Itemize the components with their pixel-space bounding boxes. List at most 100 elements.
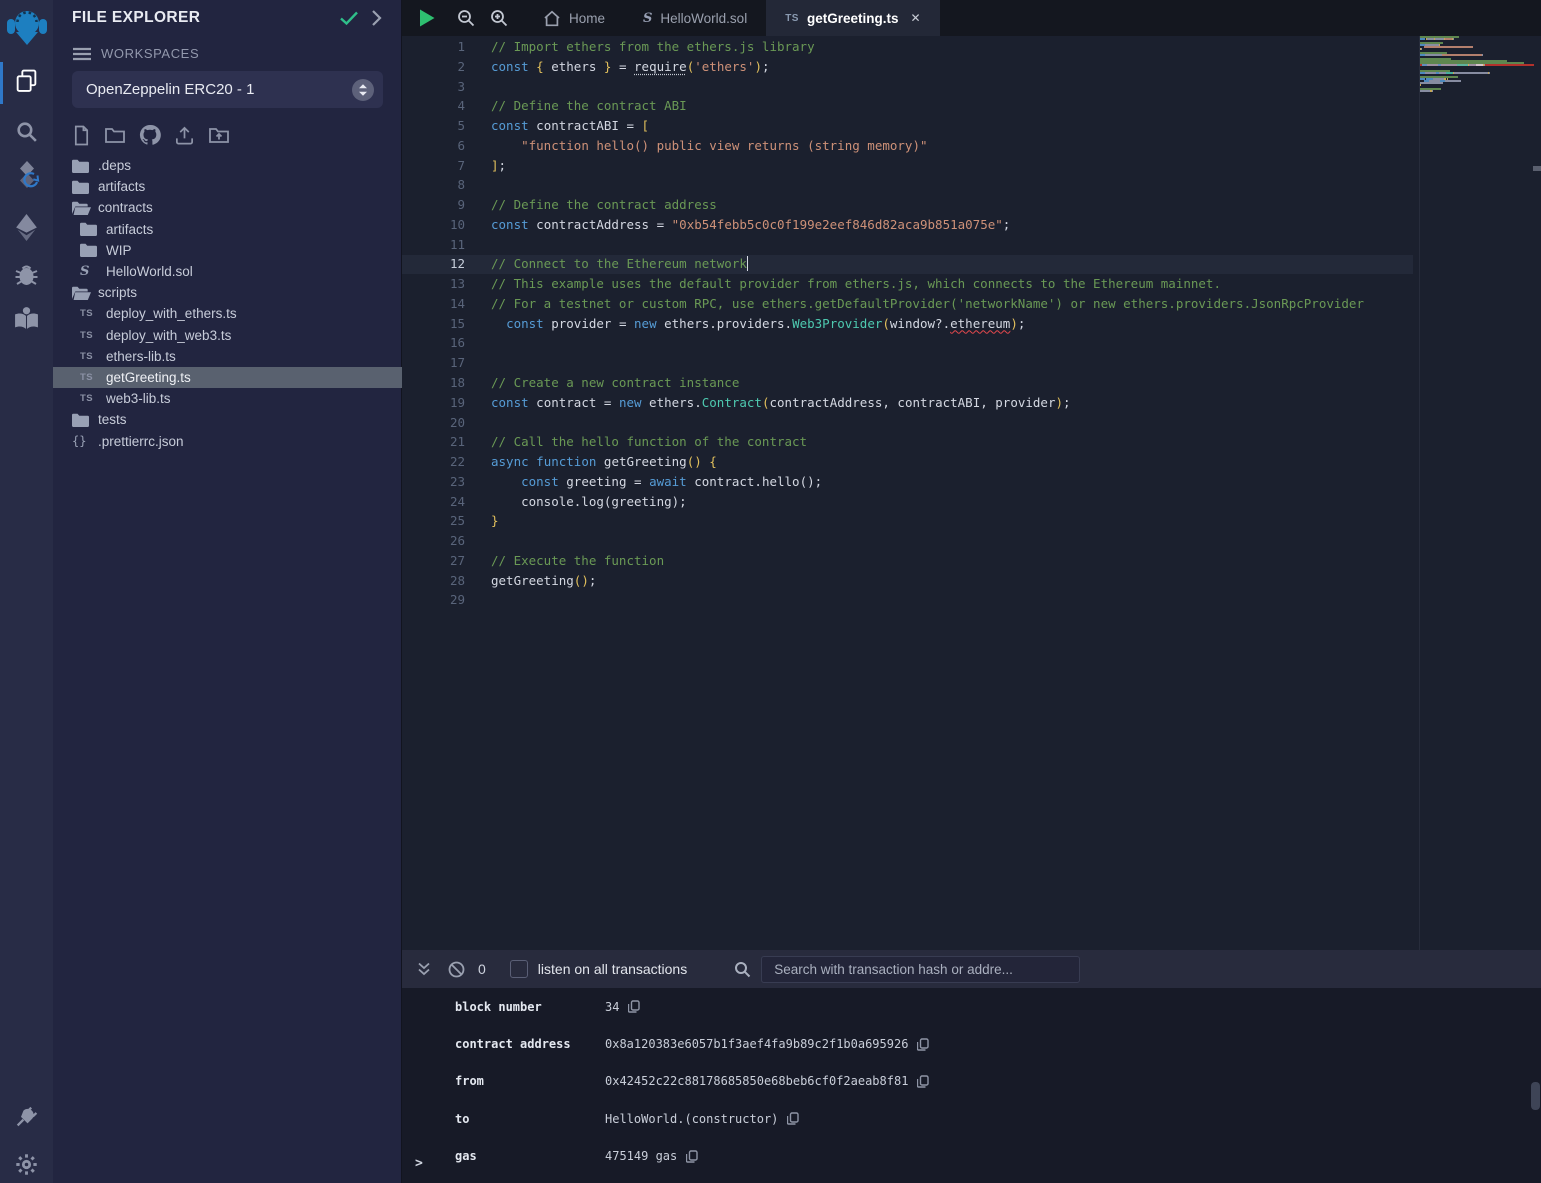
file-tree-item-deploy-with-ethers-ts[interactable]: TSdeploy_with_ethers.ts <box>53 303 402 324</box>
iconbar-deploy-run[interactable] <box>0 213 53 242</box>
code-line-8 <box>491 175 1364 195</box>
file-tree-item-label: web3-lib.ts <box>106 391 171 406</box>
terminal-panel: 0 listen on all transactions block numbe… <box>402 950 1541 1183</box>
zoom-out-icon[interactable] <box>457 9 475 27</box>
upload-button[interactable] <box>174 125 195 146</box>
file-tree-item-label: contracts <box>98 200 153 215</box>
code-line-4: // Define the contract ABI <box>491 96 1364 116</box>
typescript-file-icon: TS <box>80 351 106 362</box>
file-tree-item--prettierrc-json[interactable]: {}.prettierrc.json <box>53 430 402 451</box>
tab-helloworld-sol[interactable]: SHelloWorld.sol <box>624 0 766 36</box>
code-line-15: const provider = new ethers.providers.We… <box>491 314 1364 334</box>
editor-tab-bar: Home SHelloWorld.sol TS getGreeting.ts ✕ <box>402 0 1541 36</box>
plugin-manager-icon <box>14 1103 39 1128</box>
code-line-24: console.log(greeting); <box>491 492 1364 512</box>
code-line-27: // Execute the function <box>491 551 1364 571</box>
code-line-19: const contract = new ethers.Contract(con… <box>491 393 1364 413</box>
workspace-select[interactable]: OpenZeppelin ERC20 - 1 <box>72 71 383 108</box>
file-explorer-icon <box>14 68 39 93</box>
copy-icon[interactable] <box>787 1112 799 1125</box>
tab-home[interactable]: Home <box>524 0 624 36</box>
file-tree-item-label: artifacts <box>106 222 153 237</box>
iconbar-debugger[interactable] <box>0 261 53 287</box>
copy-icon[interactable] <box>917 1075 929 1088</box>
new-folder-button[interactable] <box>104 125 126 145</box>
folder-up-icon <box>208 125 230 145</box>
iconbar-solidity-compiler[interactable] <box>0 160 53 192</box>
typescript-file-icon: TS <box>785 13 799 24</box>
terminal-search-input[interactable] <box>761 956 1080 983</box>
file-tree-item-helloworld-sol[interactable]: SHelloWorld.sol <box>53 261 402 282</box>
folder-closed-icon <box>80 243 106 257</box>
check-icon[interactable] <box>339 10 359 26</box>
iconbar-file-explorer[interactable] <box>0 68 53 93</box>
code-line-28: getGreeting(); <box>491 571 1364 591</box>
file-toolbar <box>72 124 230 146</box>
code-line-22: async function getGreeting() { <box>491 452 1364 472</box>
file-tree-item-wip[interactable]: WIP <box>53 240 402 261</box>
workspaces-menu-icon[interactable] <box>72 46 92 62</box>
run-script-button[interactable] <box>418 8 436 28</box>
github-button[interactable] <box>139 124 161 146</box>
file-tree-item-scripts[interactable]: scripts <box>53 282 402 303</box>
minimap[interactable] <box>1419 36 1534 950</box>
learneth-icon <box>13 306 40 331</box>
zoom-in-icon[interactable] <box>490 9 508 27</box>
folder-up-button[interactable] <box>208 125 230 145</box>
chevron-right-icon[interactable] <box>370 9 382 27</box>
code-editor[interactable]: 1234567891011121314151617181920212223242… <box>402 36 1541 950</box>
terminal-prompt[interactable]: > <box>415 1156 423 1171</box>
search-icon <box>14 119 39 144</box>
iconbar-learneth[interactable] <box>0 306 53 331</box>
updown-icon <box>351 78 375 102</box>
solidity-compiler-icon <box>13 160 41 192</box>
file-tree-item-web3-lib-ts[interactable]: TSweb3-lib.ts <box>53 388 402 409</box>
terminal-output[interactable]: block number34contract address0x8a120383… <box>402 988 1541 1183</box>
iconbar-settings[interactable] <box>0 1152 53 1177</box>
file-explorer-panel: FILE EXPLORER WORKSPACES OpenZeppelin ER… <box>53 0 402 1183</box>
home-icon <box>543 10 561 27</box>
solidity-file-icon: S <box>643 11 652 26</box>
file-tree-item-tests[interactable]: tests <box>53 409 402 430</box>
code-line-13: // This example uses the default provide… <box>491 274 1364 294</box>
file-tree-item-label: scripts <box>98 285 137 300</box>
listen-transactions-checkbox[interactable] <box>510 960 528 978</box>
code-line-10: const contractAddress = "0xb54febb5c0c0f… <box>491 215 1364 235</box>
iconbar-plugin-manager[interactable] <box>0 1103 53 1128</box>
tab-label: getGreeting.ts <box>807 11 899 26</box>
iconbar-search[interactable] <box>0 119 53 144</box>
side-icon-bar <box>0 0 53 1183</box>
typescript-file-icon: TS <box>80 330 106 341</box>
code-line-16 <box>491 333 1364 353</box>
code-line-26 <box>491 531 1364 551</box>
clear-console-icon[interactable] <box>448 961 465 978</box>
file-tree-item-label: tests <box>98 412 127 427</box>
expand-terminal-icon[interactable] <box>416 961 432 977</box>
tx-detail-label: contract address <box>455 1037 658 1051</box>
file-tree-item-artifacts[interactable]: artifacts <box>53 219 402 240</box>
file-tree-item-getgreeting-ts[interactable]: TSgetGreeting.ts <box>53 367 402 388</box>
iconbar-remix-logo[interactable] <box>0 6 53 46</box>
file-tree-item-artifacts[interactable]: artifacts <box>53 176 402 197</box>
tab-getgreeting-ts[interactable]: TS getGreeting.ts ✕ <box>766 0 939 36</box>
listen-transactions-label[interactable]: listen on all transactions <box>538 961 687 977</box>
tab-label: Home <box>569 11 605 26</box>
copy-icon[interactable] <box>686 1150 698 1163</box>
file-tree-item-ethers-lib-ts[interactable]: TSethers-lib.ts <box>53 346 402 367</box>
file-tree-item-contracts[interactable]: contracts <box>53 197 402 218</box>
code-line-29 <box>491 590 1364 610</box>
new-file-button[interactable] <box>72 125 91 146</box>
file-tree-item-deploy-with-web3-ts[interactable]: TSdeploy_with_web3.ts <box>53 325 402 346</box>
deploy-run-icon <box>14 213 39 242</box>
close-tab-icon[interactable]: ✕ <box>910 11 920 25</box>
search-icon <box>734 961 751 978</box>
terminal-scrollbar-thumb[interactable] <box>1531 1082 1540 1110</box>
editor-scrollbar-thumb[interactable] <box>1533 166 1541 171</box>
text-cursor <box>747 256 749 271</box>
copy-icon[interactable] <box>917 1038 929 1051</box>
code-line-25: } <box>491 511 1364 531</box>
file-tree-item--deps[interactable]: .deps <box>53 155 402 176</box>
upload-icon <box>174 125 195 146</box>
code-line-21: // Call the hello function of the contra… <box>491 432 1364 452</box>
tx-detail-label: from <box>455 1074 658 1088</box>
